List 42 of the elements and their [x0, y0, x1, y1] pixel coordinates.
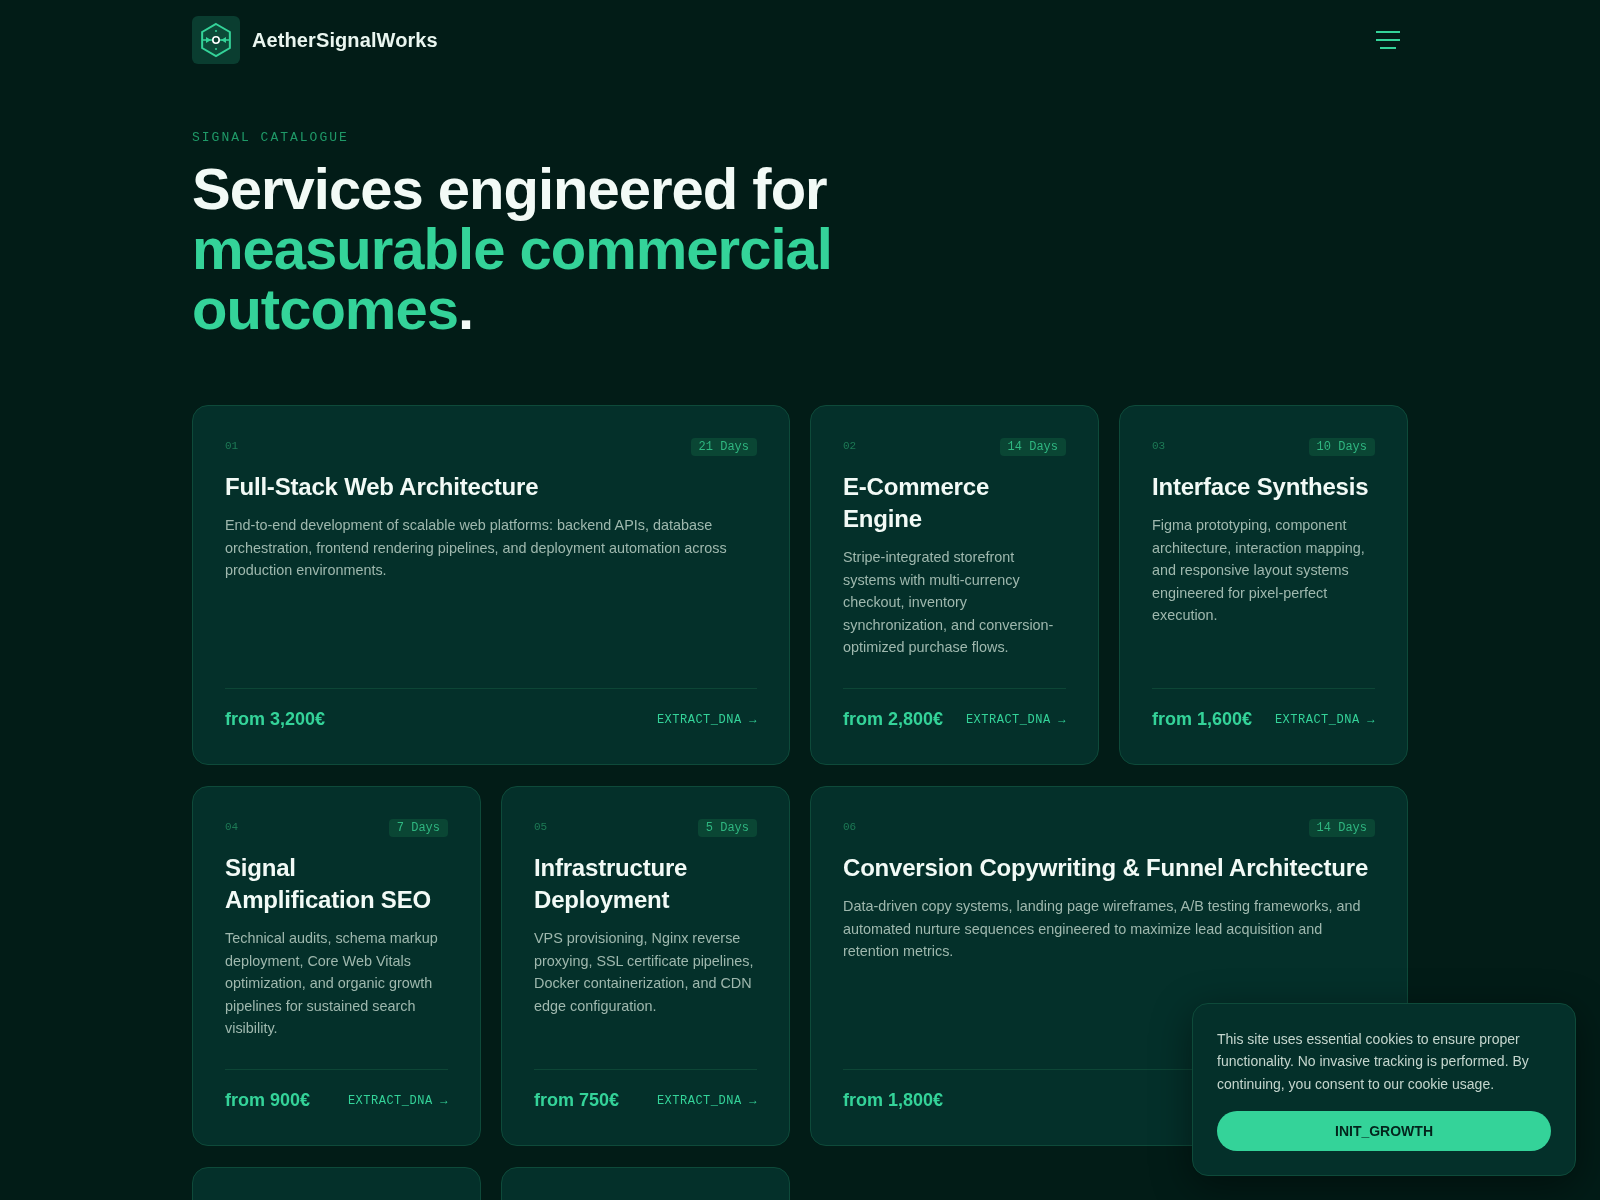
- extract-dna-link[interactable]: EXTRACT_DNA →: [347, 1093, 448, 1108]
- brand-name[interactable]: AetherSignalWorks: [252, 28, 438, 52]
- service-price: from 2,800€: [843, 709, 944, 730]
- service-description: Data-driven copy systems, landing page wireframes, A/B testing frameworks, and automated nurture sequences engineered to maximize lead acquisition and retention metrics.: [843, 897, 1362, 961]
- extract-dna-link[interactable]: EXTRACT_DNA →: [656, 712, 757, 727]
- accept-cookies-button[interactable]: INIT_GROWTH: [1217, 1111, 1551, 1151]
- duration-badge: 14 Days: [1308, 819, 1375, 837]
- duration-badge: 14 Days: [999, 438, 1066, 456]
- extract-dna-link[interactable]: EXTRACT_DNA →: [656, 1093, 757, 1108]
- service-description: End-to-end development of scalable web platforms: backend APIs, database orchestration, frontend rendering pipelines, and deployment automation across production environments.: [225, 516, 728, 580]
- service-title: Conversion Copywriting & Funnel Architecture: [843, 853, 1370, 883]
- service-title: Infrastructure Deployment: [534, 853, 689, 915]
- service-number: 03: [1152, 440, 1166, 452]
- service-number: 02: [843, 440, 857, 452]
- service-title: Signal Amplification SEO: [225, 853, 432, 915]
- service-number: 01: [225, 440, 239, 452]
- service-number: 04: [225, 821, 239, 833]
- service-price: from 1,800€: [843, 1090, 944, 1111]
- service-price: from 750€: [534, 1090, 620, 1111]
- extract-dna-link[interactable]: EXTRACT_DNA →: [1274, 712, 1375, 727]
- service-description: Technical audits, schema markup deployment, Core Web Vitals optimization, and organic growth pipelines for sustained search visibility.: [225, 929, 439, 1038]
- hero-heading: Services engineered for measurable commercial outcomes.: [192, 159, 833, 339]
- duration-badge: 5 Days: [697, 819, 757, 837]
- service-number: 05: [534, 821, 548, 833]
- service-description: Figma prototyping, component architecture, interaction mapping, and responsive layout systems engineered for pixel-perfect execution.: [1152, 516, 1366, 625]
- menu-icon: [1376, 31, 1400, 49]
- duration-badge: 21 Days: [690, 438, 757, 456]
- service-price: from 1,600€: [1152, 709, 1253, 730]
- service-price: from 3,200€: [225, 709, 326, 730]
- duration-badge: 7 Days: [388, 819, 448, 837]
- hexagon-eye-logo-icon: [192, 16, 240, 64]
- service-title: Interface Synthesis: [1152, 472, 1370, 502]
- extract-dna-link[interactable]: EXTRACT_DNA →: [965, 712, 1066, 727]
- service-number: 06: [843, 821, 857, 833]
- duration-badge: 10 Days: [1308, 438, 1375, 456]
- service-price: from 900€: [225, 1090, 311, 1111]
- service-description: VPS provisioning, Nginx reverse proxying, SSL certificate pipelines, Docker containerization, and CDN edge configuration.: [534, 929, 755, 1016]
- service-description: Stripe-integrated storefront systems with multi-currency checkout, inventory synchronization, and conversion-optimized purchase flows.: [843, 548, 1055, 657]
- cookie-message: This site uses essential cookies to ensure proper functionality. No invasive tracking is performed. By continuing, you consent to our cookie usage.: [1217, 1029, 1530, 1094]
- service-title: Full-Stack Web Architecture: [225, 472, 540, 502]
- section-eyebrow: SIGNAL CATALOGUE: [192, 130, 350, 145]
- service-title: E-Commerce Engine: [843, 472, 991, 534]
